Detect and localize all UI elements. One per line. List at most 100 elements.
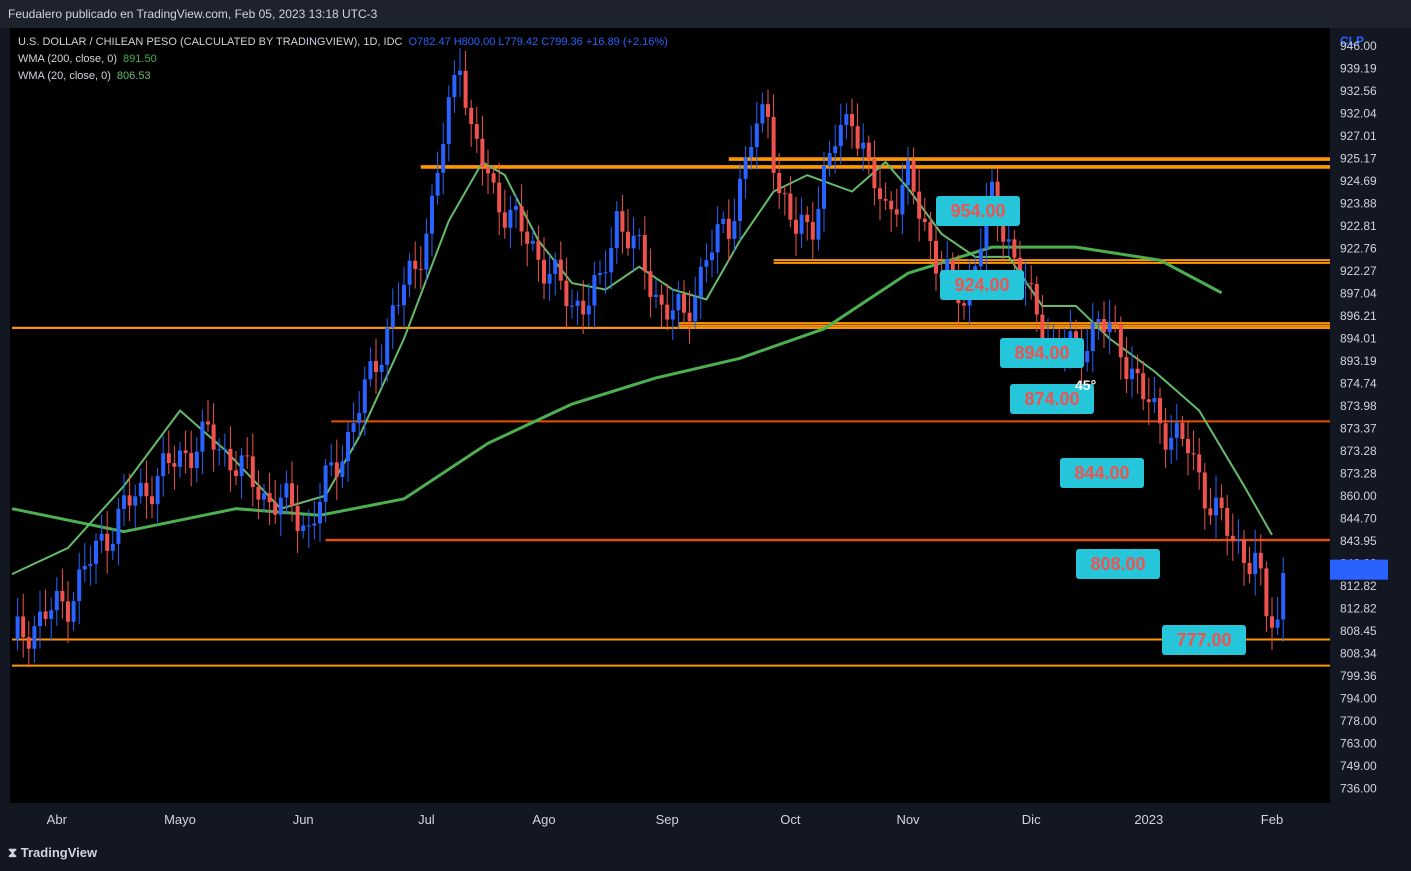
candle-body (1253, 552, 1258, 575)
price-tick-label: 922.76 (1340, 242, 1377, 256)
wma200-label[interactable]: WMA (200, close, 0) (18, 53, 117, 65)
candle-body (32, 626, 37, 649)
price-tick-label: 778.00 (1340, 714, 1377, 728)
candle-body (1169, 437, 1174, 450)
price-callout-label: 894.00 (1014, 343, 1069, 363)
candle-body (82, 565, 87, 570)
month-label: Sep (656, 812, 679, 827)
candle-body (110, 543, 115, 551)
candle-body (94, 540, 98, 564)
candle-body (502, 212, 507, 228)
candle-body (1242, 539, 1246, 563)
candle-body (738, 178, 742, 221)
candle-body (850, 114, 854, 127)
candle-body (710, 252, 714, 261)
candle-body (676, 293, 681, 311)
candle-body (441, 144, 446, 173)
candle-body (267, 493, 272, 503)
candle-body (654, 294, 658, 297)
price-tick-label: 873.37 (1340, 422, 1377, 436)
candle-body (256, 487, 261, 500)
tradingview-brand[interactable]: ⧗ TradingView (8, 845, 97, 861)
candle-body (1107, 322, 1112, 333)
price-tick-label: 894.01 (1340, 332, 1377, 346)
candle-body (250, 456, 255, 488)
candle-body (1085, 351, 1090, 363)
candle-body (866, 142, 871, 159)
candle-body (536, 240, 541, 260)
candle-body (704, 260, 709, 267)
candle-body (1247, 562, 1252, 575)
candle-body (1219, 497, 1224, 508)
candle-body (766, 104, 770, 117)
candle-body (659, 294, 664, 305)
candle-body (435, 172, 440, 196)
candle-body (682, 293, 686, 313)
wma20-label[interactable]: WMA (20, close, 0) (18, 70, 111, 82)
candle-body (1141, 373, 1146, 400)
candle-body (1135, 368, 1140, 374)
candle-body (430, 195, 434, 234)
candle-body (424, 233, 429, 270)
candle-body (189, 453, 194, 468)
candle-body (586, 305, 591, 315)
candle-body (486, 167, 490, 174)
price-tick-label: 922.27 (1340, 264, 1377, 278)
candle-body (306, 525, 311, 527)
price-tick-label: 874.74 (1340, 377, 1377, 391)
candle-body (284, 483, 289, 498)
candle-body (1012, 239, 1017, 258)
candle-body (77, 569, 82, 602)
wma20-line (11, 160, 1273, 576)
candle-body (491, 173, 496, 183)
candle-body (637, 235, 642, 237)
candle-body (1258, 552, 1263, 569)
candle-body (1225, 507, 1230, 536)
candle-body (911, 160, 916, 192)
candle-body (178, 450, 182, 467)
current-price-marker (1330, 559, 1388, 580)
candle-body (362, 379, 367, 414)
price-tick-label: 873.98 (1340, 399, 1377, 413)
candle-body (60, 590, 65, 602)
candle-body (816, 208, 821, 240)
month-label: Nov (896, 812, 920, 827)
candle-body (1180, 422, 1185, 439)
price-tick-label: 927.01 (1340, 129, 1377, 143)
candle-body (278, 497, 283, 515)
candle-body (626, 231, 630, 249)
candle-body (217, 449, 222, 451)
candle-body (934, 240, 938, 274)
candle-body (878, 188, 882, 200)
candle-body (844, 114, 849, 125)
candle-body (15, 616, 20, 640)
candle-body (794, 219, 798, 234)
candle-body (558, 259, 563, 281)
candle-body (1096, 319, 1101, 323)
candle-body (732, 220, 737, 239)
symbol-title[interactable]: U.S. DOLLAR / CHILEAN PESO (CALCULATED B… (18, 36, 402, 48)
price-tick-label: 736.00 (1340, 782, 1377, 796)
candle-body (642, 235, 647, 272)
candlestick-chart[interactable]: 946.00 939.19 932.56 932.04 927.01 925.17 924.… (0, 0, 1411, 871)
month-label: Dic (1022, 812, 1041, 827)
candle-body (262, 493, 266, 500)
candle-body (917, 191, 922, 219)
candle-body (782, 193, 787, 195)
candle-body (1029, 283, 1034, 285)
candle-body (1275, 619, 1280, 628)
candle-body (620, 211, 625, 232)
candle-body (21, 616, 26, 638)
candle-body (1264, 568, 1269, 617)
candle-body (1191, 453, 1196, 455)
candle-body (1102, 319, 1106, 333)
candle-body (810, 222, 815, 240)
candle-body (760, 104, 765, 124)
candle-body (346, 431, 350, 462)
price-callout-label: 777.00 (1176, 630, 1231, 650)
candle-body (480, 138, 485, 168)
candle-body (614, 211, 619, 249)
candle-body (598, 273, 602, 276)
candle-body (1214, 497, 1218, 516)
brand-label: TradingView (20, 845, 98, 860)
